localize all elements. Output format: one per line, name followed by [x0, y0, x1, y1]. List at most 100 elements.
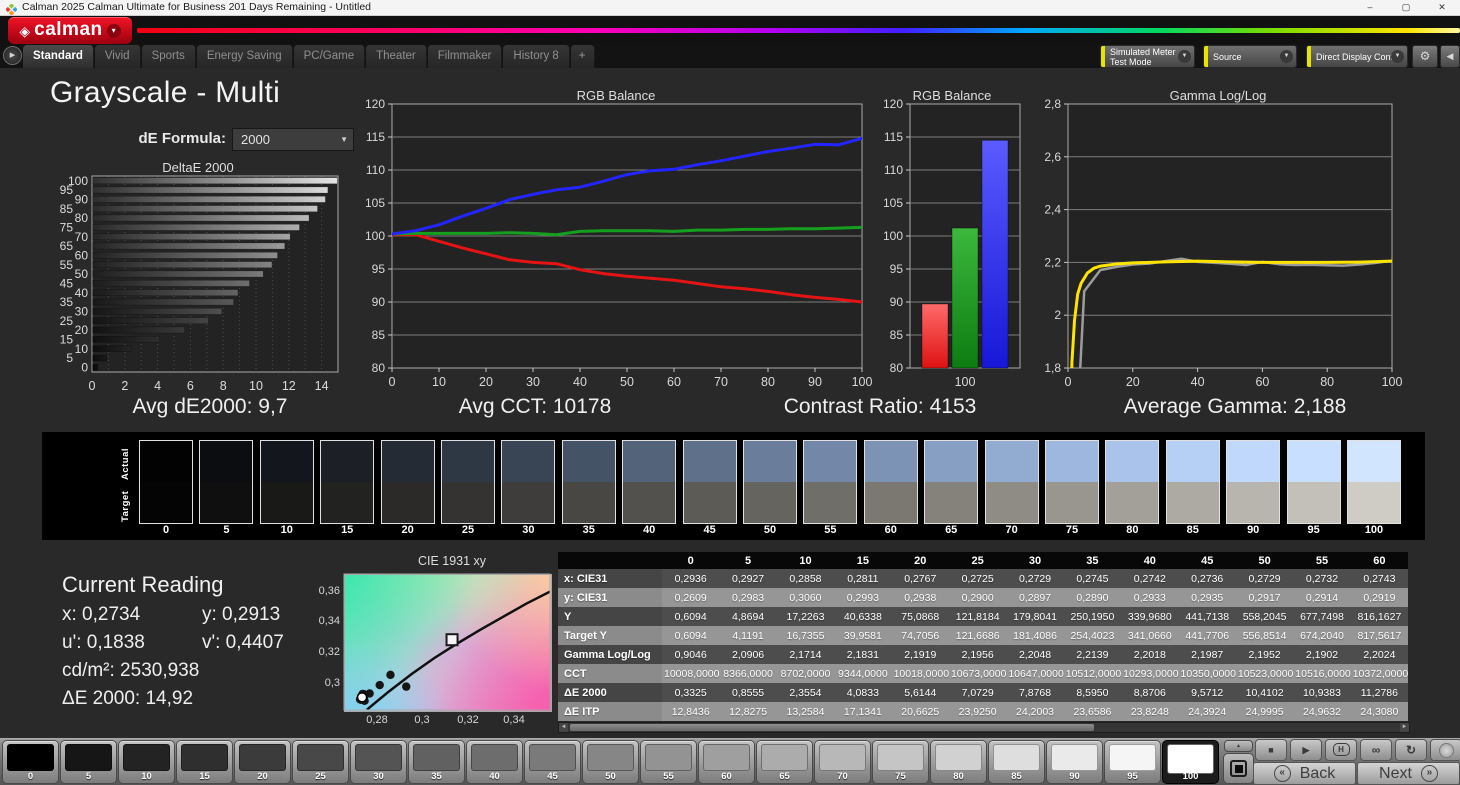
pattern-button-40[interactable]: 40	[466, 740, 523, 784]
table-cell: 17,1341	[834, 702, 892, 721]
pattern-window-button[interactable]	[1223, 753, 1254, 784]
pattern-button-35[interactable]: 35	[408, 740, 465, 784]
tab-theater[interactable]: Theater	[366, 45, 427, 68]
calman-logo[interactable]: ◈ calman ▾	[8, 17, 132, 44]
pattern-level-label: 30	[373, 771, 384, 782]
actual-color	[744, 441, 796, 482]
panel-toggle-button[interactable]: ▶	[3, 46, 22, 65]
pattern-button-15[interactable]: 15	[176, 740, 233, 784]
actual-color	[1166, 441, 1219, 482]
pattern-swatch	[181, 744, 228, 771]
loop-button[interactable]: ↻	[1395, 739, 1427, 761]
pattern-swatch	[123, 744, 170, 771]
source-dropdown-label: Source	[1213, 52, 1242, 62]
pattern-button-95[interactable]: 95	[1104, 740, 1161, 784]
svg-text:55: 55	[60, 258, 74, 272]
pattern-level-label: 75	[895, 771, 906, 782]
play-button[interactable]: ▶	[1290, 739, 1322, 761]
scroll-right-arrow[interactable]: ►	[1400, 723, 1409, 732]
swatch-level-label: 25	[461, 524, 475, 536]
pattern-options-up-button[interactable]: ▲	[1224, 740, 1253, 752]
layout-tabs: Standard Vivid Sports Energy Saving PC/Game T…	[23, 45, 596, 68]
tab-energy-saving[interactable]: Energy Saving	[196, 45, 293, 68]
target-color	[200, 482, 253, 523]
settings-gear-button[interactable]: ⚙	[1412, 45, 1438, 68]
table-scrollbar[interactable]: ◄ ►	[558, 722, 1410, 733]
tab-vivid[interactable]: Vivid	[94, 45, 141, 68]
svg-text:85: 85	[890, 328, 904, 342]
grayscale-swatch-15	[320, 440, 375, 524]
scrollbar-thumb[interactable]	[570, 724, 1094, 731]
table-cell: 556,8514	[1235, 626, 1294, 645]
table-column-header: 25	[948, 552, 1007, 569]
pattern-button-60[interactable]: 60	[698, 740, 755, 784]
svg-text:4: 4	[154, 379, 161, 393]
page-title: Grayscale - Multi	[50, 76, 281, 109]
stop-button[interactable]: ■	[1255, 739, 1287, 761]
tab-history-8[interactable]: History 8	[503, 45, 570, 68]
svg-text:5: 5	[66, 351, 73, 365]
table-cell: 0,2745	[1063, 569, 1122, 588]
back-button[interactable]: « Back	[1253, 762, 1356, 785]
h-pattern-button[interactable]: H	[1325, 739, 1357, 761]
actual-color	[804, 441, 857, 482]
table-cell: 674,2040	[1293, 626, 1351, 645]
pattern-button-55[interactable]: 55	[640, 740, 697, 784]
table-column-header: 15	[834, 552, 892, 569]
pattern-swatch	[935, 744, 982, 771]
maximize-button[interactable]: ▢	[1392, 0, 1420, 15]
tab-standard[interactable]: Standard	[23, 45, 94, 68]
svg-text:105: 105	[883, 196, 903, 210]
pattern-button-70[interactable]: 70	[814, 740, 871, 784]
swatch-level-label: 10	[280, 524, 293, 536]
pattern-button-25[interactable]: 25	[292, 740, 349, 784]
collapse-toolbar-button[interactable]: ◀	[1440, 45, 1460, 68]
pattern-button-80[interactable]: 80	[930, 740, 987, 784]
table-cell: 4,8694	[719, 607, 777, 626]
simulated-meter-dropdown[interactable]: Simulated Meter Test Mode ▼	[1100, 45, 1195, 68]
add-tab-button[interactable]: +	[570, 45, 595, 68]
close-button[interactable]: ✕	[1428, 0, 1456, 15]
swatch-level-label: 45	[703, 524, 716, 536]
record-button[interactable]	[1430, 739, 1460, 761]
next-button[interactable]: Next »	[1357, 762, 1460, 785]
direct-display-control-dropdown[interactable]: Direct Display Control ▼	[1306, 45, 1408, 68]
svg-text:90: 90	[808, 375, 822, 389]
pattern-button-20[interactable]: 20	[234, 740, 291, 784]
pattern-button-90[interactable]: 90	[1046, 740, 1103, 784]
direct-display-control-dropdown-label: Direct Display Control	[1316, 52, 1404, 62]
pattern-button-50[interactable]: 50	[582, 740, 639, 784]
pattern-button-65[interactable]: 65	[756, 740, 813, 784]
svg-text:90: 90	[890, 295, 904, 309]
table-cell: 0,2890	[1063, 588, 1122, 607]
table-column-header: 50	[1235, 552, 1294, 569]
table-column-header: 20	[891, 552, 949, 569]
pattern-button-100[interactable]: 100	[1162, 740, 1219, 784]
pattern-button-75[interactable]: 75	[872, 740, 929, 784]
pattern-button-5[interactable]: 5	[60, 740, 117, 784]
pattern-button-0[interactable]: 0	[2, 740, 59, 784]
tab-filmmaker[interactable]: Filmmaker	[427, 45, 503, 68]
cie-y-tick-label: 0,34	[318, 615, 340, 627]
pattern-swatch	[65, 744, 112, 771]
table-row: y: CIE31 0,2609 0,2983 0,3060 0,2993 0,2938 0,…	[558, 588, 1408, 607]
tab-pc-game[interactable]: PC/Game	[293, 45, 366, 68]
continuous-button[interactable]: ∞	[1360, 739, 1392, 761]
de-formula-select[interactable]: 2000 ▼	[232, 128, 354, 151]
minimize-button[interactable]: –	[1356, 0, 1384, 15]
source-dropdown[interactable]: Source ▼	[1203, 45, 1297, 68]
pattern-button-10[interactable]: 10	[118, 740, 175, 784]
pattern-button-30[interactable]: 30	[350, 740, 407, 784]
table-cell: 0,8555	[719, 683, 777, 702]
pattern-level-label: 45	[547, 771, 558, 782]
svg-text:0: 0	[1065, 375, 1072, 389]
svg-text:6: 6	[187, 379, 194, 393]
tab-sports[interactable]: Sports	[141, 45, 196, 68]
rgb-balance-bar-chart: 80 85 90 95 100 105 110 115 120 100	[883, 97, 1021, 389]
row-label: ΔE ITP	[558, 702, 662, 721]
pattern-button-45[interactable]: 45	[524, 740, 581, 784]
scroll-left-arrow[interactable]: ◄	[559, 723, 568, 732]
active-indicator-bar	[1204, 46, 1208, 67]
pattern-button-85[interactable]: 85	[988, 740, 1045, 784]
logo-menu-caret-icon[interactable]: ▾	[106, 24, 121, 38]
